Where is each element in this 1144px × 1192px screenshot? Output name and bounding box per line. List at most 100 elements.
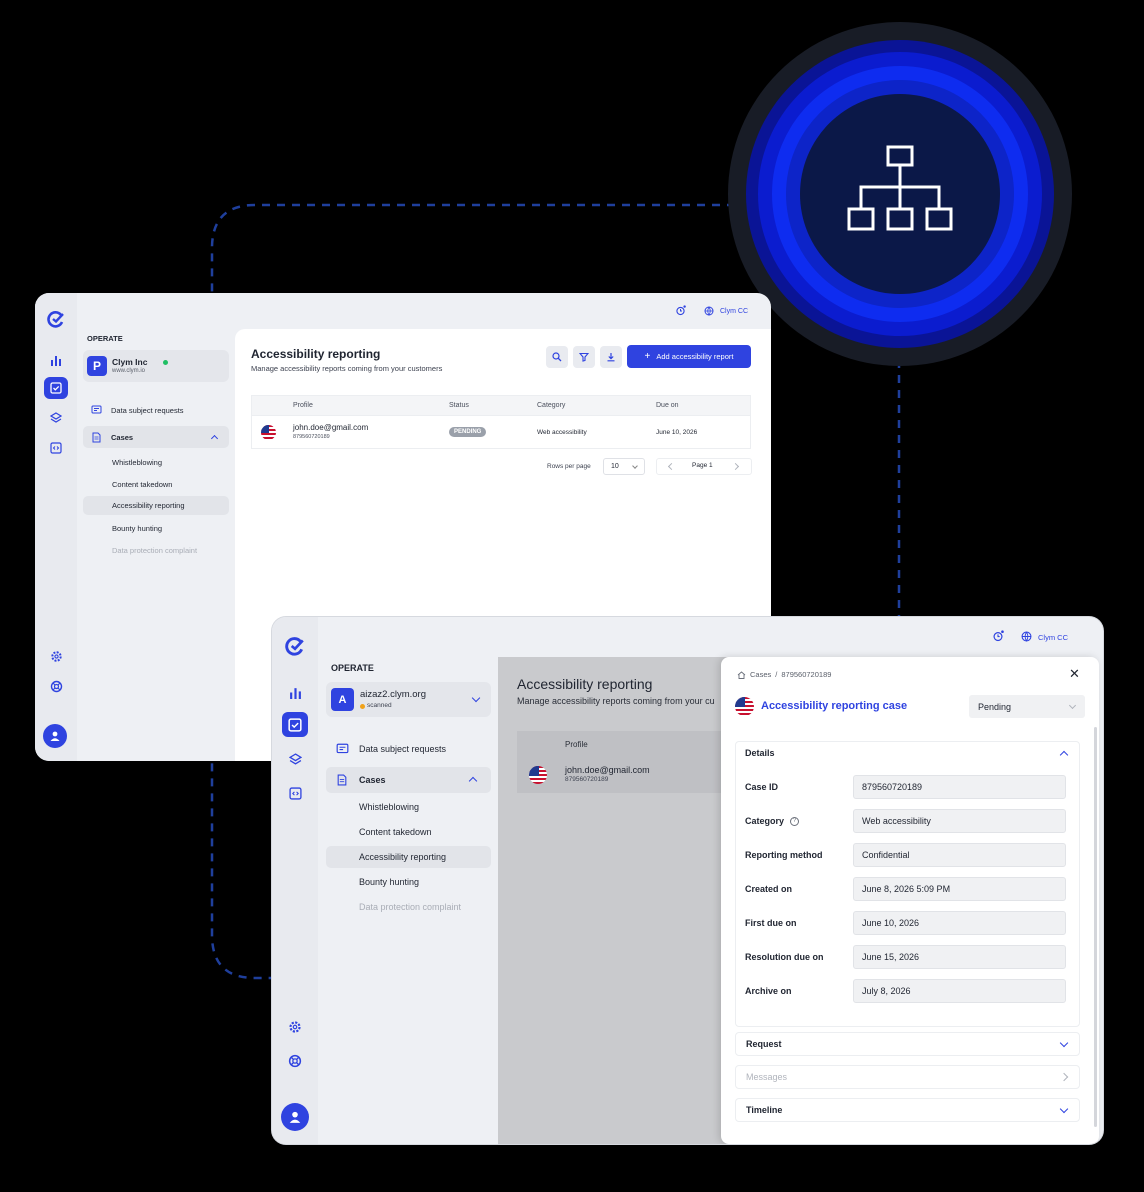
field-label: Created on [745,884,793,894]
nav-data-subject-requests[interactable]: Data subject requests [83,401,229,419]
breadcrumb-cases[interactable]: Cases [750,670,771,679]
nav-content-takedown[interactable]: Content takedown [83,475,229,493]
message-icon [336,743,349,754]
user-avatar[interactable] [43,724,67,748]
user-avatar[interactable] [281,1103,309,1131]
case-id-field: 879560720189 [853,775,1066,799]
sidebar: OPERATE A aizaz2.clym.org scanned Data s… [318,617,498,1144]
table: Profile john.doe@gmail.com 879560720189 [517,731,729,793]
account-name[interactable]: Clym CC [1038,633,1068,642]
field-label: Reporting method [745,850,823,860]
archive-on-field: July 8, 2026 [853,979,1066,1003]
reporting-method-field: Confidential [853,843,1066,867]
nav-bounty-hunting[interactable]: Bounty hunting [83,519,229,537]
chevron-up-icon [210,434,219,443]
add-accessibility-report-button[interactable]: + Add accessibility report [627,345,751,368]
account-name[interactable]: Clym CC [720,308,748,315]
chevron-down-icon [632,462,638,469]
org-logo: P [87,356,107,376]
timeline-section[interactable]: Timeline [735,1098,1080,1122]
nav-content-takedown[interactable]: Content takedown [326,822,491,842]
sidebar: OPERATE P Clym Inc www.clym.io Data subj… [77,293,235,761]
breadcrumb-current: 879560720189 [781,670,832,679]
nav-accessibility-reporting[interactable]: Accessibility reporting [83,496,229,515]
field-label: Category ? [745,816,800,826]
org-switcher[interactable]: P Clym Inc www.clym.io [83,350,229,382]
cases-icon[interactable] [282,712,308,737]
nav-bounty-hunting[interactable]: Bounty hunting [326,872,491,892]
page-subtitle: Manage accessibility reports coming from… [517,696,715,706]
chevron-down-icon [471,693,481,703]
rows-per-page-select[interactable]: 10 [603,458,645,475]
code-icon[interactable] [285,783,305,803]
field-label: Archive on [745,986,792,996]
topbar: Clym CC [992,630,1068,644]
code-icon[interactable] [47,439,65,457]
org-url: www.clym.io [112,368,146,374]
chevron-down-icon [1068,701,1077,709]
close-icon[interactable]: ✕ [1069,667,1080,680]
search-button[interactable] [546,346,568,368]
topbar: Clym CC [675,305,748,318]
org-name: Clym Inc [112,357,148,367]
alarm-icon[interactable] [675,305,686,318]
page-indicator: Page 1 [692,462,713,469]
scrollbar[interactable] [1094,727,1097,1127]
request-section[interactable]: Request [735,1032,1080,1056]
page-subtitle: Manage accessibility reports coming from… [251,364,443,373]
org-switcher[interactable]: A aizaz2.clym.org scanned [326,682,491,717]
home-icon [737,670,746,679]
column-header: Due on [656,402,679,409]
first-due-on-field: June 10, 2026 [853,911,1066,935]
drawer-title: Accessibility reporting case [761,700,908,712]
page-title: Accessibility reporting [517,676,653,692]
support-icon[interactable] [47,677,65,695]
column-header: Profile [293,402,313,409]
page-title: Accessibility reporting [251,347,381,361]
clym-logo-icon[interactable] [283,634,307,658]
alarm-icon[interactable] [992,630,1004,644]
nav-data-protection-complaint[interactable]: Data protection complaint [326,897,491,917]
column-header: Status [449,402,469,409]
messages-section[interactable]: Messages [735,1065,1080,1089]
gear-icon[interactable] [285,1017,305,1037]
nav-data-protection-complaint[interactable]: Data protection complaint [83,541,229,559]
nav-whistleblowing[interactable]: Whistleblowing [83,453,229,471]
globe-icon[interactable] [704,306,714,318]
nav-accessibility-reporting[interactable]: Accessibility reporting [326,846,491,868]
icon-rail [272,617,318,1144]
help-icon[interactable]: ? [790,816,800,826]
details-header[interactable]: Details [745,748,775,758]
chart-icon[interactable] [47,351,65,369]
nav-data-subject-requests[interactable]: Data subject requests [326,739,491,759]
status-dot [163,360,168,365]
hierarchy-badge [728,22,1072,366]
us-flag-icon [529,766,547,784]
row-due: June 10, 2026 [656,429,698,436]
chart-icon[interactable] [285,682,305,702]
row-id: 879560720189 [565,776,609,783]
cases-icon[interactable] [44,377,68,399]
org-logo: A [331,688,354,711]
org-status: scanned [367,702,392,709]
nav-cases[interactable]: Cases [326,767,491,793]
status-select[interactable]: Pending [969,695,1085,718]
front-window: Clym CC OPERATE A aizaz2.clym.org scanne… [272,617,1103,1144]
nav-whistleblowing[interactable]: Whistleblowing [326,797,491,817]
gear-icon[interactable] [47,647,65,665]
org-name: aizaz2.clym.org [360,689,426,700]
globe-icon[interactable] [1021,631,1032,644]
column-header: Category [537,402,566,409]
status-badge: PENDING [449,427,487,437]
chevron-up-icon [468,776,478,786]
filter-button[interactable] [573,346,595,368]
support-icon[interactable] [285,1051,305,1071]
message-icon [91,405,102,414]
clym-logo-icon[interactable] [46,309,66,329]
layers-icon[interactable] [47,409,65,427]
layers-icon[interactable] [285,749,305,769]
download-button[interactable] [600,346,622,368]
us-flag-icon [735,697,754,716]
nav-cases[interactable]: Cases [83,426,229,448]
us-flag-icon [261,425,276,440]
